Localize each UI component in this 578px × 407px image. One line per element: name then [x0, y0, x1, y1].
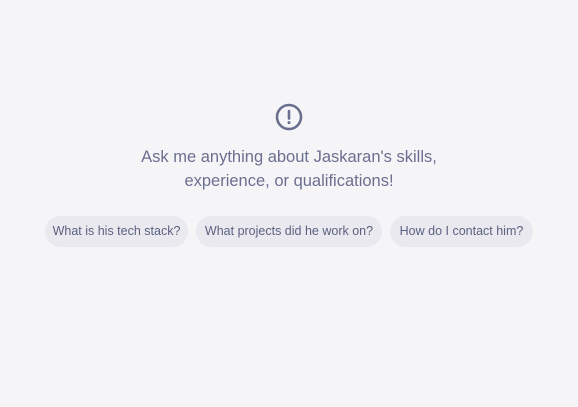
alert-circle-icon	[275, 103, 303, 131]
chat-empty-state: Ask me anything about Jaskaran's skills,…	[0, 0, 578, 407]
suggestion-projects-button[interactable]: What projects did he work on?	[196, 216, 382, 247]
suggestion-contact-button[interactable]: How do I contact him?	[390, 216, 533, 247]
empty-state-prompt: Ask me anything about Jaskaran's skills,…	[0, 145, 578, 193]
prompt-line-1: Ask me anything about Jaskaran's skills,	[141, 148, 437, 166]
suggestion-tech-stack-button[interactable]: What is his tech stack?	[45, 216, 188, 247]
prompt-line-2: experience, or qualifications!	[184, 172, 394, 190]
